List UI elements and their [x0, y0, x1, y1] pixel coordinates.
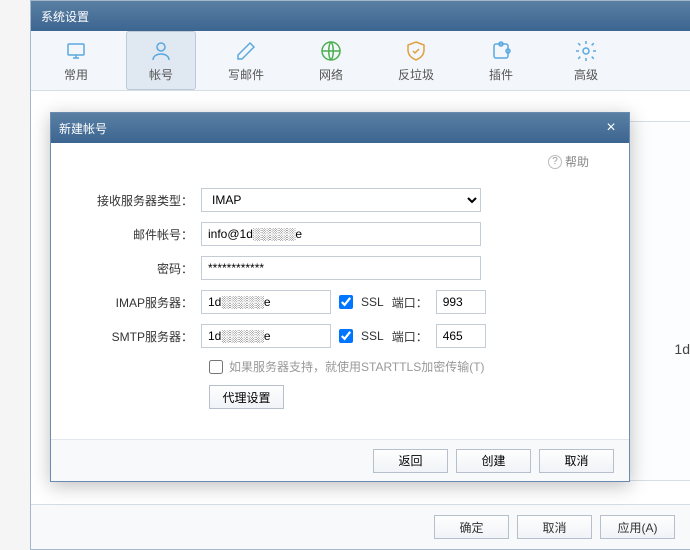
main-title: 系统设置	[41, 8, 89, 25]
password-label: 密码：	[91, 260, 201, 277]
help-icon: ?	[548, 155, 562, 169]
port-label: 端口：	[392, 328, 428, 345]
smtp-port-field[interactable]	[436, 324, 486, 348]
imap-port-field[interactable]	[436, 290, 486, 314]
tab-label: 高级	[574, 66, 598, 83]
email-label: 邮件帐号：	[91, 226, 201, 243]
tab-label: 网络	[319, 66, 343, 83]
ssl-label: SSL	[361, 329, 384, 343]
background-text: 1d	[674, 341, 690, 357]
smtp-label: SMTP服务器：	[91, 328, 201, 345]
tab-general[interactable]: 常用	[41, 31, 111, 90]
starttls-label: 如果服务器支持，就使用STARTTLS加密传输(T)	[229, 358, 485, 375]
dialog-cancel-button[interactable]: 取消	[539, 449, 614, 473]
port-label: 端口：	[392, 294, 428, 311]
tab-label: 常用	[64, 66, 88, 83]
tab-label: 写邮件	[228, 66, 264, 83]
starttls-checkbox[interactable]	[209, 360, 223, 374]
smtp-ssl-checkbox[interactable]	[339, 329, 353, 343]
imap-server-field[interactable]	[201, 290, 331, 314]
globe-icon	[319, 39, 343, 63]
back-button[interactable]: 返回	[373, 449, 448, 473]
tab-network[interactable]: 网络	[296, 31, 366, 90]
create-button[interactable]: 创建	[456, 449, 531, 473]
shield-icon	[404, 39, 428, 63]
dialog-footer: 返回 创建 取消	[51, 439, 629, 481]
tab-label: 插件	[489, 66, 513, 83]
cancel-button[interactable]: 取消	[517, 515, 592, 539]
main-titlebar: 系统设置	[31, 1, 690, 31]
tab-advanced[interactable]: 高级	[551, 31, 621, 90]
new-account-dialog: 新建帐号 × ? 帮助 接收服务器类型： IMAP 邮件帐号： 密码： IMAP…	[50, 112, 630, 482]
help-text: 帮助	[565, 153, 589, 170]
person-icon	[149, 39, 173, 63]
password-field[interactable]	[201, 256, 481, 280]
puzzle-icon	[489, 39, 513, 63]
imap-label: IMAP服务器：	[91, 294, 201, 311]
ok-button[interactable]: 确定	[434, 515, 509, 539]
email-field[interactable]	[201, 222, 481, 246]
imap-ssl-checkbox[interactable]	[339, 295, 353, 309]
proxy-settings-button[interactable]: 代理设置	[209, 385, 284, 409]
tabs-bar: 常用 帐号 写邮件 网络 反垃圾	[31, 31, 690, 91]
ssl-label: SSL	[361, 295, 384, 309]
server-type-select[interactable]: IMAP	[201, 188, 481, 212]
tab-plugin[interactable]: 插件	[466, 31, 536, 90]
apply-button[interactable]: 应用(A)	[600, 515, 675, 539]
main-footer: 确定 取消 应用(A)	[31, 504, 690, 549]
tab-antispam[interactable]: 反垃圾	[381, 31, 451, 90]
help-link[interactable]: ? 帮助	[548, 153, 589, 170]
tab-label: 帐号	[149, 66, 173, 83]
monitor-icon	[64, 39, 88, 63]
pencil-icon	[234, 39, 258, 63]
tab-account[interactable]: 帐号	[126, 31, 196, 90]
tab-compose[interactable]: 写邮件	[211, 31, 281, 90]
dialog-body: ? 帮助 接收服务器类型： IMAP 邮件帐号： 密码： IMAP服务器： SS…	[51, 143, 629, 419]
smtp-server-field[interactable]	[201, 324, 331, 348]
dialog-title-text: 新建帐号	[59, 120, 107, 137]
server-type-label: 接收服务器类型：	[91, 192, 201, 209]
gear-icon	[574, 39, 598, 63]
starttls-row: 如果服务器支持，就使用STARTTLS加密传输(T)	[209, 358, 589, 375]
close-icon[interactable]: ×	[601, 118, 621, 138]
dialog-titlebar: 新建帐号 ×	[51, 113, 629, 143]
tab-label: 反垃圾	[398, 66, 434, 83]
